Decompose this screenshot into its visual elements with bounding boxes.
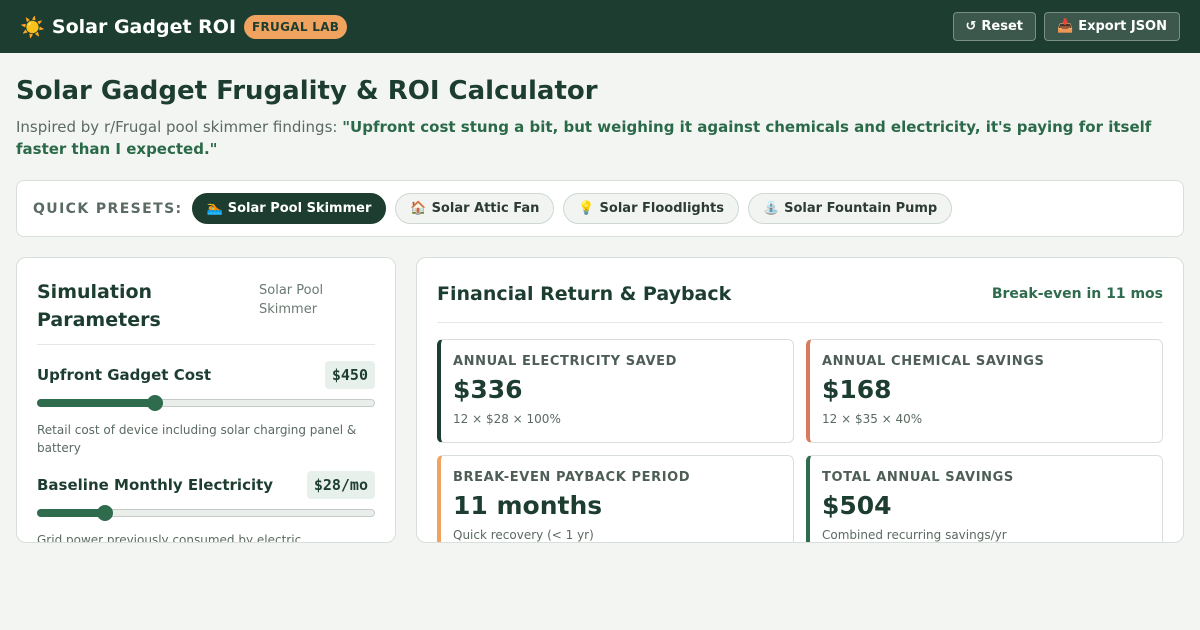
param-upfront-cost: Upfront Gadget Cost $450 Retail cost of …	[37, 361, 375, 457]
slider-fill	[37, 399, 156, 407]
reset-button-label: Reset	[981, 19, 1024, 34]
preset-label: Solar Fountain Pump	[784, 201, 938, 216]
results-title: Financial Return & Payback	[437, 283, 732, 305]
house-icon: 🏠	[410, 201, 427, 216]
param-value: $450	[324, 361, 375, 389]
metric-note: Combined recurring savings/yr	[822, 528, 1007, 542]
metric-label: BREAK-EVEN PAYBACK PERIOD	[453, 470, 691, 485]
export-json-button-label: Export JSON	[1078, 19, 1167, 34]
metric-value: $168	[822, 375, 892, 404]
brand-badge: FRUGAL LAB	[244, 14, 348, 39]
preset-solar-pool-skimmer[interactable]: 🏊 Solar Pool Skimmer	[191, 193, 387, 224]
param-value: $28/mo	[306, 471, 375, 499]
metric-formula: 12 × $35 × 40%	[822, 412, 923, 426]
upfront-cost-slider[interactable]	[37, 395, 375, 411]
metric-value: $504	[822, 491, 892, 520]
metric-value: $336	[453, 375, 523, 404]
page-subtitle: Inspired by r/Frugal pool skimmer findin…	[16, 116, 1176, 160]
monthly-electricity-slider[interactable]	[37, 505, 375, 521]
preset-solar-fountain-pump[interactable]: ⛲ Solar Fountain Pump	[747, 193, 953, 224]
fountain-icon: ⛲	[762, 201, 780, 216]
metric-card-chemical: ANNUAL CHEMICAL SAVINGS $168 12 × $35 × …	[806, 339, 1163, 443]
slider-thumb[interactable]	[96, 505, 113, 521]
param-label: Upfront Gadget Cost	[37, 366, 212, 384]
metric-card-payback: BREAK-EVEN PAYBACK PERIOD 11 months Quic…	[437, 455, 794, 542]
metric-card-electricity: ANNUAL ELECTRICITY SAVED $336 12 × $28 ×…	[437, 339, 794, 443]
light-bulb-icon: 💡	[578, 201, 595, 216]
top-bar: ☀️ Solar Gadget ROI FRUGAL LAB ↺ Reset 📥…	[0, 0, 1200, 53]
preset-label: Solar Floodlights	[599, 201, 724, 216]
metric-label: TOTAL ANNUAL SAVINGS	[822, 470, 1014, 485]
preset-label: Solar Pool Skimmer	[227, 201, 372, 216]
metric-label: ANNUAL ELECTRICITY SAVED	[453, 354, 678, 369]
param-description: Grid power previously consumed by electr…	[37, 533, 302, 543]
inbox-tray-icon: 📥	[1057, 19, 1074, 34]
parameters-header: Simulation Parameters Solar Pool Skimmer	[37, 278, 375, 345]
quick-presets-bar: QUICK PRESETS: 🏊 Solar Pool Skimmer 🏠 So…	[16, 180, 1184, 237]
brand: ☀️ Solar Gadget ROI FRUGAL LAB	[20, 14, 348, 39]
param-label: Baseline Monthly Electricity	[37, 476, 274, 494]
app-title: Solar Gadget ROI	[51, 15, 237, 38]
break-even-status: Break-even in 11 mos	[991, 286, 1163, 302]
active-preset-name: Solar Pool Skimmer	[259, 283, 324, 317]
swimmer-icon: 🏊	[206, 201, 223, 216]
sun-icon: ☀️	[20, 14, 45, 39]
parameters-title: Simulation Parameters	[37, 281, 161, 331]
preset-solar-attic-fan[interactable]: 🏠 Solar Attic Fan	[395, 193, 555, 224]
metric-label: ANNUAL CHEMICAL SAVINGS	[822, 354, 1045, 369]
metric-formula: 12 × $28 × 100%	[453, 412, 561, 426]
quick-presets-label: QUICK PRESETS:	[33, 200, 183, 217]
reset-icon: ↺	[965, 19, 977, 34]
metric-value: 11 months	[453, 491, 603, 520]
preset-solar-floodlights[interactable]: 💡 Solar Floodlights	[563, 193, 739, 224]
export-json-button[interactable]: 📥 Export JSON	[1044, 12, 1180, 41]
metric-grid: ANNUAL ELECTRICITY SAVED $336 12 × $28 ×…	[437, 339, 1163, 542]
metric-card-total: TOTAL ANNUAL SAVINGS $504 Combined recur…	[806, 455, 1163, 542]
divider	[437, 322, 1163, 323]
top-actions: ↺ Reset 📥 Export JSON	[952, 12, 1180, 41]
slider-thumb[interactable]	[147, 395, 164, 411]
results-header: Financial Return & Payback Break-even in…	[437, 280, 1163, 308]
preset-label: Solar Attic Fan	[431, 201, 540, 216]
simulation-parameters-panel: Simulation Parameters Solar Pool Skimmer…	[16, 257, 396, 543]
slider-fill	[37, 509, 105, 517]
metric-note: Quick recovery (< 1 yr)	[453, 528, 594, 542]
param-monthly-electricity: Baseline Monthly Electricity $28/mo Grid…	[37, 471, 375, 543]
reset-button[interactable]: ↺ Reset	[952, 12, 1037, 41]
page-title: Solar Gadget Frugality & ROI Calculator	[16, 76, 598, 106]
param-description: Retail cost of device including solar ch…	[37, 423, 357, 455]
subtitle-prefix: Inspired by r/Frugal pool skimmer findin…	[16, 118, 343, 136]
financial-return-panel: Financial Return & Payback Break-even in…	[416, 257, 1184, 543]
